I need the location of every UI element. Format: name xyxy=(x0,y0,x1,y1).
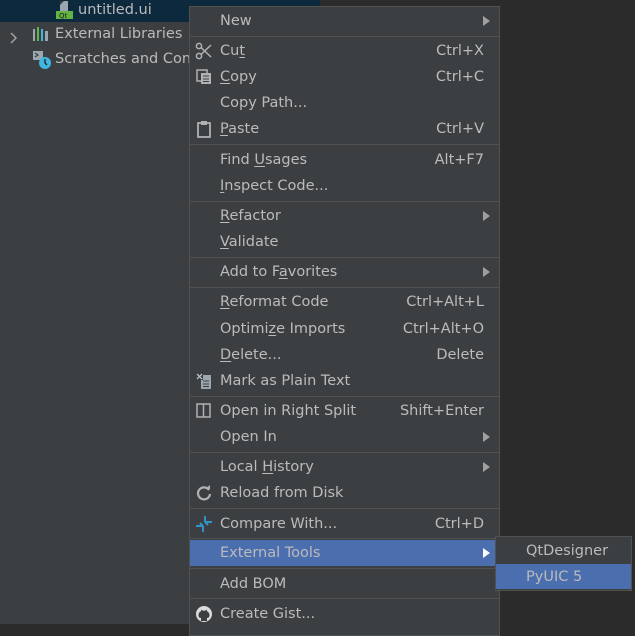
menu-item-shortcut: Alt+F7 xyxy=(434,152,484,168)
menu-item-mark-as-plain-text[interactable]: Mark as Plain Text xyxy=(190,368,499,394)
menu-item-add-bom[interactable]: Add BOM xyxy=(190,571,499,597)
menu-item-external-tools[interactable]: External Tools xyxy=(190,540,499,566)
menu-item-inspect-code[interactable]: Inspect Code... xyxy=(190,173,499,199)
submenu-item-pyuic5[interactable]: PyUIC 5 xyxy=(496,564,631,589)
submenu-item-label: QtDesigner xyxy=(526,542,609,559)
menu-item-refactor[interactable]: Refactor xyxy=(190,203,499,229)
menu-item-shortcut: Ctrl+X xyxy=(436,43,484,59)
menu-item-paste[interactable]: Paste Ctrl+V xyxy=(190,116,499,142)
menu-item-label: Optimize Imports xyxy=(220,321,346,337)
submenu-item-label: PyUIC 5 xyxy=(526,568,583,585)
menu-item-shortcut: Ctrl+C xyxy=(435,69,484,85)
menu-item-label: Find Usages xyxy=(220,152,308,168)
split-icon xyxy=(195,402,213,420)
menu-item-validate[interactable]: Validate xyxy=(190,229,499,255)
menu-item-copy-path[interactable]: Copy Path... xyxy=(190,90,499,116)
plain-text-icon xyxy=(195,372,213,390)
menu-separator xyxy=(190,144,499,145)
menu-item-label: Mark as Plain Text xyxy=(220,373,351,389)
menu-item-label: Validate xyxy=(220,234,279,250)
qt-ui-file-icon: Qt xyxy=(55,0,75,20)
menu-item-shortcut: Delete xyxy=(436,347,484,363)
menu-item-label: Cut xyxy=(220,43,246,59)
menu-separator xyxy=(190,598,499,599)
menu-item-label: Inspect Code... xyxy=(220,178,329,194)
menu-item-local-history[interactable]: Local History xyxy=(190,454,499,480)
menu-separator xyxy=(190,36,499,37)
menu-item-find-usages[interactable]: Find Usages Alt+F7 xyxy=(190,147,499,173)
menu-item-delete[interactable]: Delete... Delete xyxy=(190,342,499,368)
menu-item-label: Add to Favorites xyxy=(220,264,338,280)
menu-item-label: Local History xyxy=(220,459,314,475)
menu-separator xyxy=(190,396,499,397)
menu-item-shortcut: Ctrl+V xyxy=(436,121,484,137)
menu-separator xyxy=(190,538,499,539)
menu-item-label: Refactor xyxy=(220,208,281,224)
project-panel xyxy=(0,0,190,624)
menu-item-label: Create Gist... xyxy=(220,606,316,622)
submenu-arrow-icon xyxy=(483,462,490,472)
menu-item-label: Copy Path... xyxy=(220,95,308,111)
menu-item-label: Copy xyxy=(220,69,257,85)
menu-item-label: Open In xyxy=(220,429,277,445)
menu-item-label: Paste xyxy=(220,121,260,137)
copy-icon xyxy=(195,68,213,86)
menu-item-open-in-right-split[interactable]: Open in Right Split Shift+Enter xyxy=(190,398,499,424)
menu-item-open-in[interactable]: Open In xyxy=(190,424,499,450)
menu-item-shortcut: Ctrl+Alt+O xyxy=(402,321,484,337)
menu-separator xyxy=(190,452,499,453)
tree-item-label: Scratches and Con xyxy=(55,51,190,67)
menu-item-reload-from-disk[interactable]: Reload from Disk xyxy=(190,480,499,506)
clipboard-icon xyxy=(195,120,213,138)
submenu-arrow-icon xyxy=(483,16,490,26)
tree-item-scratches[interactable]: Scratches and Con xyxy=(0,47,190,71)
menu-separator xyxy=(190,201,499,202)
menu-item-shortcut: Ctrl+D xyxy=(434,516,484,532)
menu-item-compare-with[interactable]: Compare With... Ctrl+D xyxy=(190,511,499,537)
scratches-icon xyxy=(32,50,52,71)
menu-item-label: External Tools xyxy=(220,545,321,561)
tree-item-label: External Libraries xyxy=(55,26,183,42)
menu-item-label: Reformat Code xyxy=(220,294,329,310)
menu-item-add-to-favorites[interactable]: Add to Favorites xyxy=(190,259,499,285)
menu-separator xyxy=(190,287,499,288)
scissors-icon xyxy=(195,42,213,60)
submenu-arrow-icon xyxy=(483,432,490,442)
menu-separator xyxy=(190,257,499,258)
svg-text:Qt: Qt xyxy=(59,12,68,20)
submenu-arrow-icon xyxy=(483,211,490,221)
menu-item-shortcut: Ctrl+Alt+L xyxy=(406,294,484,310)
menu-item-optimize-imports[interactable]: Optimize Imports Ctrl+Alt+O xyxy=(190,316,499,342)
compare-icon xyxy=(195,515,213,533)
external-tools-submenu: QtDesigner PyUIC 5 xyxy=(495,536,632,591)
menu-separator xyxy=(190,568,499,569)
context-menu: New Cut Ctrl+X Copy Ctrl+C Copy Path... … xyxy=(189,6,500,636)
menu-item-copy[interactable]: Copy Ctrl+C xyxy=(190,64,499,90)
menu-item-label: New xyxy=(220,13,252,29)
menu-item-label: Reload from Disk xyxy=(220,485,344,501)
menu-item-label: Delete... xyxy=(220,347,282,363)
github-icon xyxy=(195,605,213,623)
menu-item-label: Open in Right Split xyxy=(220,403,357,419)
menu-item-label: Add BOM xyxy=(220,576,287,592)
submenu-item-qtdesigner[interactable]: QtDesigner xyxy=(496,538,631,563)
tree-item-external-libraries[interactable]: External Libraries xyxy=(0,22,190,46)
submenu-arrow-icon xyxy=(483,267,490,277)
submenu-arrow-icon xyxy=(483,548,490,558)
tree-item-label: untitled.ui xyxy=(78,2,152,18)
menu-separator xyxy=(190,508,499,509)
menu-item-shortcut: Shift+Enter xyxy=(399,403,484,419)
menu-item-cut[interactable]: Cut Ctrl+X xyxy=(190,38,499,64)
menu-item-label: Compare With... xyxy=(220,516,338,532)
menu-item-new[interactable]: New xyxy=(190,8,499,34)
menu-item-reformat-code[interactable]: Reformat Code Ctrl+Alt+L xyxy=(190,289,499,315)
reload-icon xyxy=(195,484,213,502)
menu-item-create-gist[interactable]: Create Gist... xyxy=(190,601,499,627)
